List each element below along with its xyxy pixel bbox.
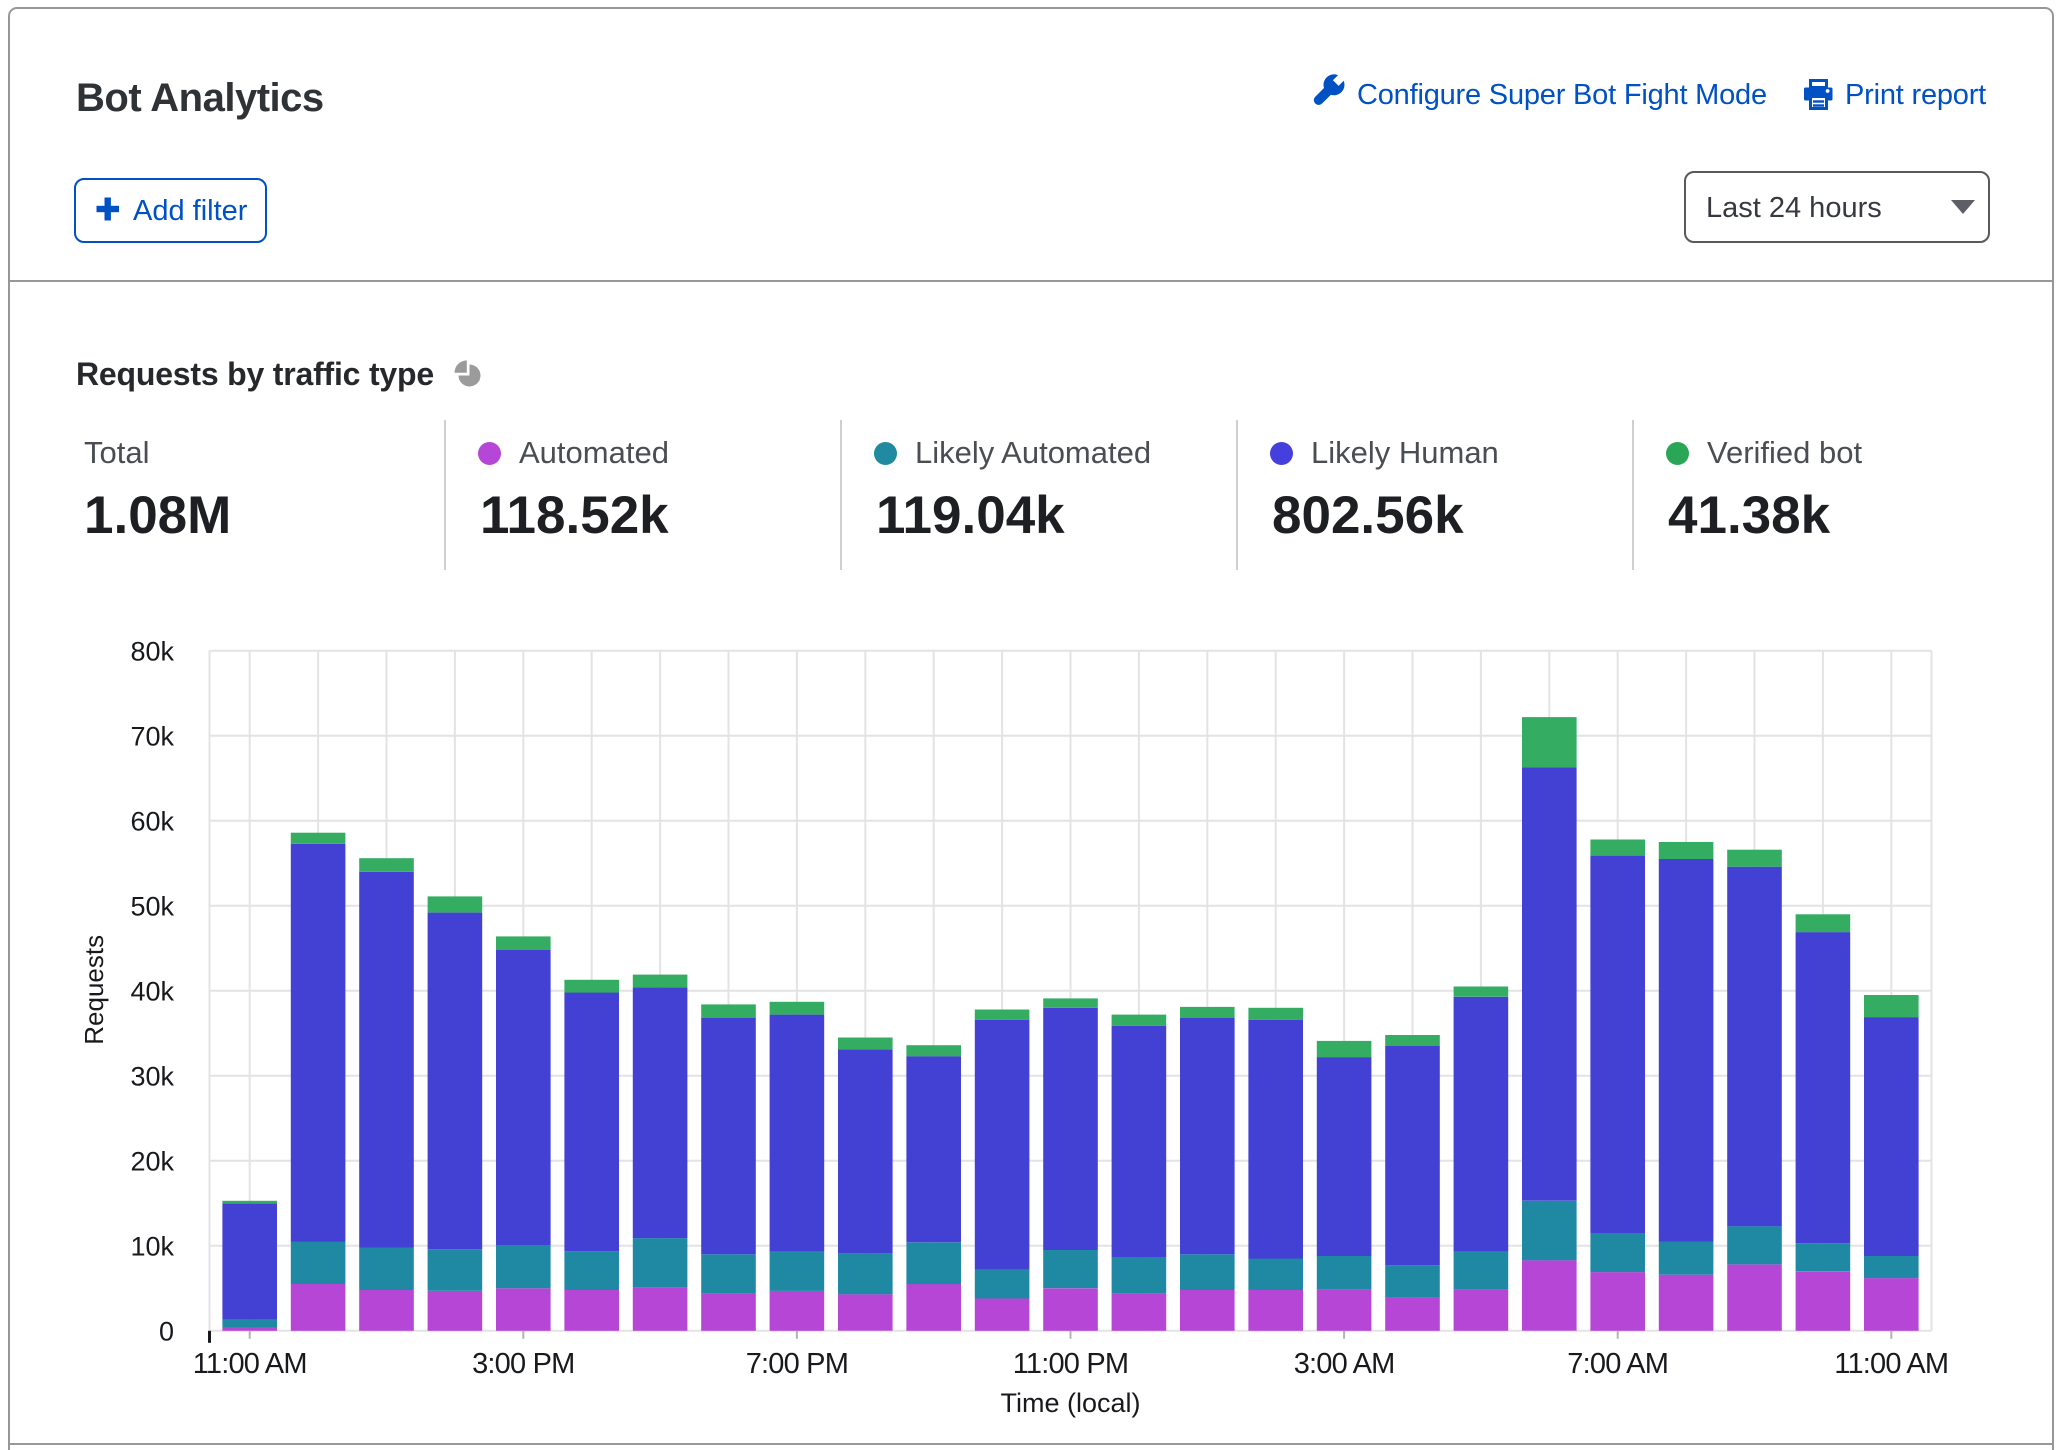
svg-text:10k: 10k (130, 1231, 174, 1261)
svg-text:80k: 80k (130, 636, 174, 666)
svg-text:3:00 PM: 3:00 PM (472, 1348, 574, 1380)
svg-text:11:00 PM: 11:00 PM (1013, 1348, 1129, 1380)
svg-text:20k: 20k (130, 1146, 174, 1176)
svg-text:50k: 50k (130, 891, 174, 921)
svg-text:0: 0 (159, 1316, 174, 1346)
svg-text:11:00 AM: 11:00 AM (193, 1348, 307, 1380)
svg-text:3:00 AM: 3:00 AM (1294, 1348, 1395, 1380)
svg-text:7:00 PM: 7:00 PM (746, 1348, 848, 1380)
svg-text:70k: 70k (130, 721, 174, 751)
svg-text:11:00 AM: 11:00 AM (1834, 1348, 1948, 1380)
svg-text:60k: 60k (130, 806, 174, 836)
svg-text:Requests: Requests (79, 935, 109, 1045)
svg-text:7:00 AM: 7:00 AM (1567, 1348, 1668, 1380)
svg-text:30k: 30k (130, 1061, 174, 1091)
svg-text:40k: 40k (130, 976, 174, 1006)
svg-text:Time (local): Time (local) (1000, 1388, 1140, 1418)
